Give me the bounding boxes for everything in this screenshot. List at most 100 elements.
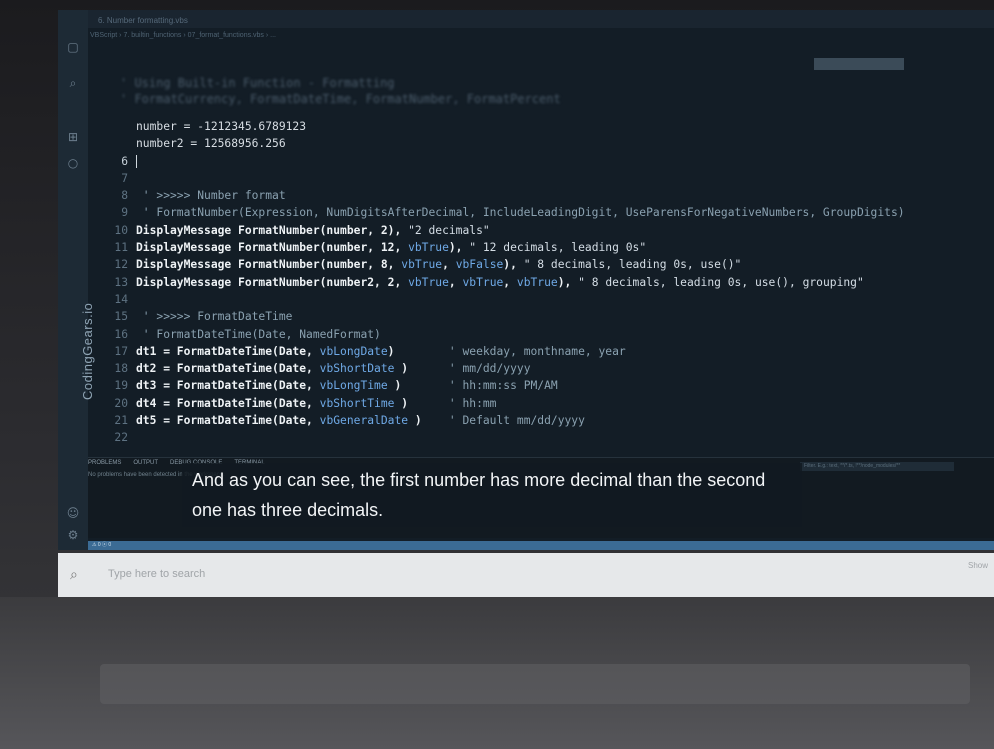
code-line[interactable]: number2 = 12568956.256	[104, 135, 905, 152]
code-token: DisplayMessage FormatNumber(number2, 2,	[136, 275, 409, 289]
code-token: vbTrue	[516, 275, 558, 289]
line-number: 18	[114, 362, 128, 376]
search-icon[interactable]: ⌕	[66, 76, 80, 90]
code-token: ,	[503, 275, 517, 289]
code-line[interactable]: 19 dt3 = FormatDateTime(Date, vbLongTime …	[104, 377, 905, 394]
minimap-slice	[814, 58, 904, 70]
gear-icon[interactable]: ⚙	[66, 528, 80, 542]
code-token: number = -1212345.6789123	[136, 120, 307, 133]
code-token: dt5 = FormatDateTime(Date,	[136, 414, 320, 428]
code-token: )	[408, 414, 443, 428]
code-token: DisplayMessage FormatNumber(number, 2),	[136, 223, 409, 237]
code-token: ,	[448, 275, 463, 289]
explorer-icon[interactable]: ▢	[66, 40, 80, 54]
code-line[interactable]: 11 DisplayMessage FormatNumber(number, 12…	[104, 239, 905, 256]
panel-tab[interactable]: PROBLEMS	[88, 460, 121, 466]
faded-subheading: ' FormatCurrency, FormatDateTime, Format…	[120, 92, 561, 106]
code-line[interactable]: 20 dt4 = FormatDateTime(Date, vbShortTime…	[104, 395, 905, 412]
extensions-icon[interactable]: ⊞	[66, 130, 80, 144]
code-line[interactable]: 7	[104, 170, 905, 187]
code-token: dt4 = FormatDateTime(Date,	[136, 396, 320, 410]
code-token: ' >>>>> Number format	[136, 189, 286, 203]
editor-tab[interactable]: 6. Number formatting.vbs	[98, 16, 188, 25]
taskbar: ⌕ Type here to search Show	[58, 553, 994, 597]
code-token: ' >>>>> FormatDateTime	[136, 310, 293, 324]
code-line[interactable]: 15 ' >>>>> FormatDateTime	[104, 308, 905, 325]
video-subtitle: And as you can see, the first number has…	[182, 463, 802, 527]
code-line[interactable]: number = -1212345.6789123	[104, 118, 905, 135]
breadcrumb: VBScript › 7. builtin_functions › 07_for…	[90, 32, 276, 39]
line-number: 17	[114, 344, 128, 358]
code-token: ),	[503, 258, 524, 272]
brand-watermark: CodingGears.io	[80, 302, 95, 400]
code-token: "2 decimals"	[408, 223, 490, 237]
code-editor[interactable]: number = -1212345.6789123 number2 = 12568…	[104, 118, 905, 447]
taskbar-search-input[interactable]: Type here to search	[108, 568, 205, 580]
code-token: vbTrue	[401, 258, 443, 272]
code-token: )	[387, 344, 443, 358]
code-token: vbTrue	[408, 241, 449, 255]
line-number: 10	[114, 223, 128, 237]
code-token: ' FormatDateTime(Date, NamedFormat)	[136, 327, 381, 341]
code-token: ),	[557, 275, 579, 289]
code-line[interactable]: 10 DisplayMessage FormatNumber(number, 2)…	[104, 222, 905, 239]
code-token: vbShortTime	[319, 396, 395, 410]
code-token: vbTrue	[462, 275, 504, 289]
line-number: 21	[114, 414, 128, 428]
code-token: ' hh:mm	[442, 396, 497, 410]
code-token: DisplayMessage FormatNumber(number, 12,	[136, 241, 409, 255]
code-token: vbTrue	[408, 275, 449, 289]
code-line[interactable]: 16 ' FormatDateTime(Date, NamedFormat)	[104, 326, 905, 343]
status-bar: ⚠ 0 ⓧ 0	[88, 541, 994, 550]
filter-input[interactable]: Filter. E.g.: text, **/*.ts, !**/node_mo…	[800, 462, 954, 471]
code-token: )	[387, 379, 443, 393]
code-line[interactable]: 6	[104, 153, 905, 170]
code-line[interactable]: 17 dt1 = FormatDateTime(Date, vbLongDate)…	[104, 343, 905, 360]
code-token: vbLongTime	[319, 379, 388, 393]
code-token: dt1 = FormatDateTime(Date,	[136, 344, 320, 358]
account-icon[interactable]: ☺	[66, 506, 80, 520]
code-token: " 8 decimals, leading 0s, use(), groupin…	[578, 275, 864, 289]
code-token: vbGeneralDate	[319, 414, 409, 428]
code-line[interactable]: 13 DisplayMessage FormatNumber(number2, 2…	[104, 274, 905, 291]
record-icon[interactable]: ○	[66, 156, 80, 170]
code-token: vbLongDate	[319, 344, 388, 358]
panel-tab[interactable]: OUTPUT	[133, 460, 158, 466]
code-token: number2 = 12568956.256	[136, 137, 286, 151]
code-line[interactable]: 9 ' FormatNumber(Expression, NumDigitsAf…	[104, 204, 905, 221]
title-bar: 6. Number formatting.vbs	[88, 10, 994, 28]
line-number: 13	[114, 275, 128, 289]
code-token: dt2 = FormatDateTime(Date,	[136, 362, 320, 376]
code-token: )	[394, 362, 443, 376]
line-number: 9	[121, 206, 128, 220]
activity-bar: ▢ ⌕ ⊞ ○ ☺ ⚙ CodingGears.io	[58, 10, 95, 550]
code-token: ' hh:mm:ss PM/AM	[442, 379, 558, 393]
line-number: 11	[114, 241, 128, 255]
faded-heading: ' Using Built-in Function - Formatting	[120, 76, 395, 90]
code-token: vbShortDate	[319, 362, 395, 376]
code-token: vbFalse	[455, 258, 504, 272]
code-token: ),	[448, 241, 470, 255]
code-token: ' FormatNumber(Expression, NumDigitsAfte…	[136, 206, 905, 220]
line-number: 20	[114, 396, 128, 410]
code-line[interactable]: 12 DisplayMessage FormatNumber(number, 8,…	[104, 256, 905, 273]
line-number: 15	[114, 310, 128, 324]
code-line[interactable]: 14	[104, 291, 905, 308]
search-icon[interactable]: ⌕	[70, 567, 78, 583]
text-cursor	[136, 155, 137, 169]
line-number: 16	[114, 327, 128, 341]
code-token: DisplayMessage FormatNumber(number, 8,	[136, 258, 402, 272]
code-token: ' mm/dd/yyyy	[442, 362, 531, 376]
laptop-hinge	[100, 664, 970, 704]
code-line[interactable]: 8 ' >>>>> Number format	[104, 187, 905, 204]
code-line[interactable]: 18 dt2 = FormatDateTime(Date, vbShortDate…	[104, 360, 905, 377]
line-number: 19	[114, 379, 128, 393]
code-line[interactable]: 22	[104, 429, 905, 446]
show-desktop-label[interactable]: Show	[968, 561, 988, 570]
line-number: 22	[114, 431, 128, 445]
line-number: 7	[121, 171, 128, 185]
line-number: 6	[121, 154, 128, 168]
code-token: ' weekday, monthname, year	[442, 344, 626, 358]
code-line[interactable]: 21 dt5 = FormatDateTime(Date, vbGeneralDa…	[104, 412, 905, 429]
line-number: 12	[114, 258, 128, 272]
